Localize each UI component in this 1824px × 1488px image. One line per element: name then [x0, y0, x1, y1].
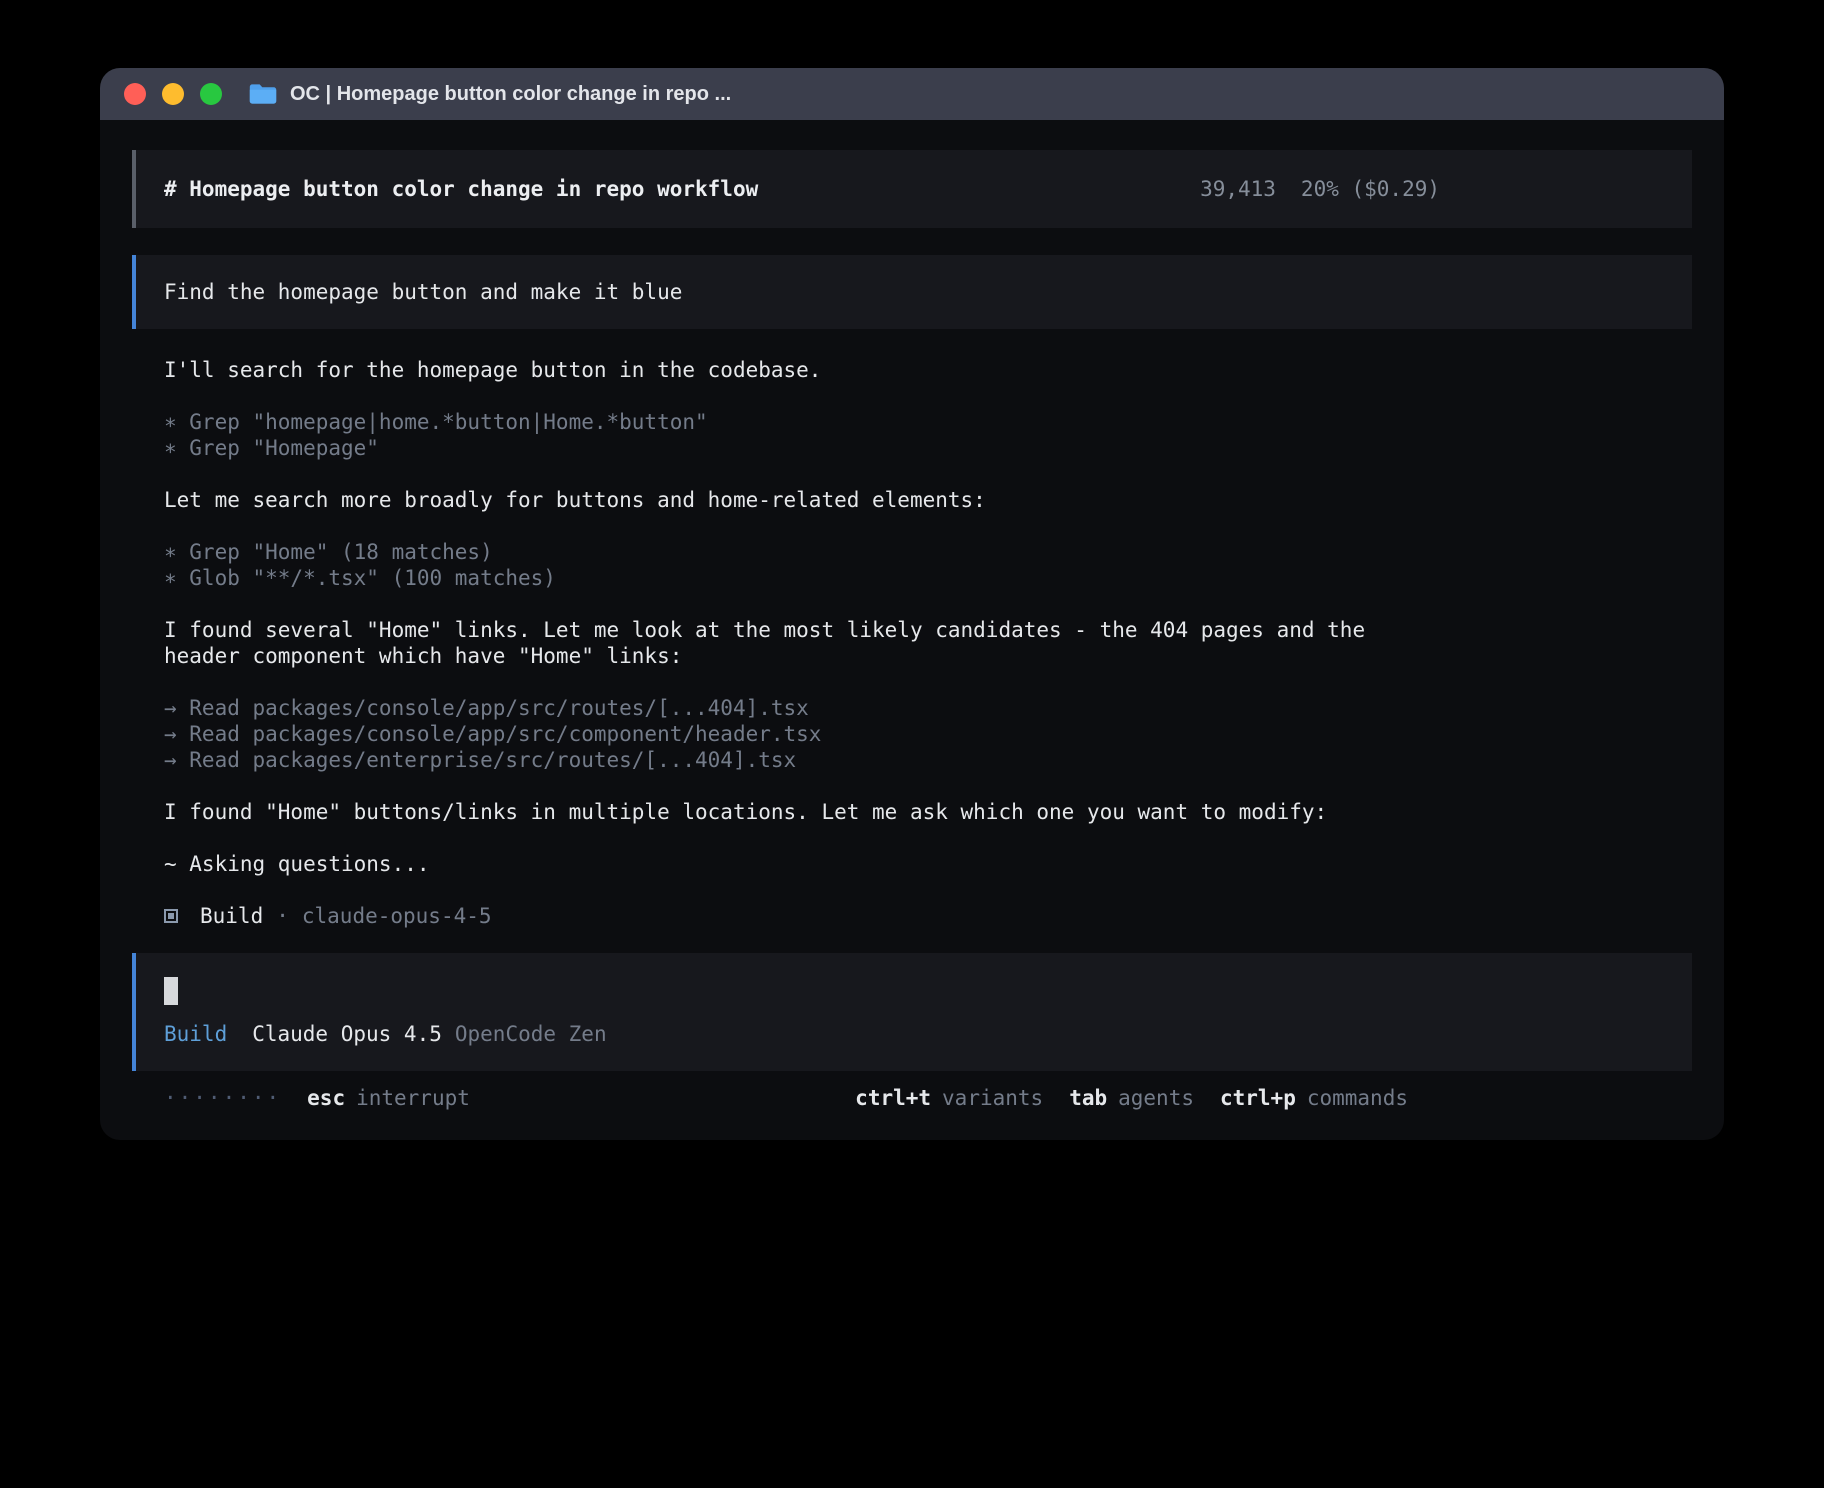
- shortcut-key: tab: [1069, 1085, 1107, 1111]
- shortcut-interrupt: esc interrupt: [307, 1085, 470, 1111]
- tool-call-read: → Read packages/console/app/src/routes/[…: [164, 695, 1660, 721]
- shortcut-key: ctrl+p: [1220, 1085, 1296, 1111]
- shortcut-agents: tab agents: [1069, 1085, 1194, 1111]
- input-provider: OpenCode Zen: [455, 1021, 607, 1047]
- session-title: # Homepage button color change in repo w…: [164, 176, 758, 202]
- shortcut-group: ctrl+t variants tab agents ctrl+p comman…: [855, 1085, 1408, 1111]
- tool-call-grep: ∗ Grep "Homepage": [164, 435, 1660, 461]
- tool-call-glob: ∗ Glob "**/*.tsx" (100 matches): [164, 565, 1660, 591]
- user-message-text: Find the homepage button and make it blu…: [164, 280, 682, 304]
- terminal-content: # Homepage button color change in repo w…: [100, 120, 1724, 1111]
- folder-icon: [248, 82, 278, 106]
- session-stats: 39,413 20% ($0.29): [1200, 176, 1440, 202]
- tool-call-grep: ∗ Grep "Home" (18 matches): [164, 539, 1660, 565]
- agent-name: Build: [200, 903, 263, 929]
- user-message: Find the homepage button and make it blu…: [132, 255, 1692, 329]
- shortcut-commands: ctrl+p commands: [1220, 1085, 1408, 1111]
- session-header: # Homepage button color change in repo w…: [132, 150, 1692, 228]
- assistant-paragraph: I found several "Home" links. Let me loo…: [164, 617, 1414, 669]
- assistant-paragraph: Let me search more broadly for buttons a…: [164, 487, 1660, 513]
- input-mode: Build: [164, 1021, 227, 1047]
- tool-call-grep: ∗ Grep "homepage|home.*button|Home.*butt…: [164, 409, 1660, 435]
- shortcut-variants: ctrl+t variants: [855, 1085, 1043, 1111]
- agent-separator: ·: [276, 903, 289, 929]
- input-meta: Build Claude Opus 4.5 OpenCode Zen: [164, 1021, 1440, 1047]
- shortcut-key: ctrl+t: [855, 1085, 931, 1111]
- traffic-lights: [124, 83, 222, 105]
- terminal-window: OC | Homepage button color change in rep…: [100, 68, 1724, 1140]
- context-cost: 20% ($0.29): [1301, 176, 1440, 202]
- assistant-transcript: I'll search for the homepage button in t…: [164, 357, 1660, 929]
- shortcut-key: esc: [307, 1085, 345, 1111]
- assistant-paragraph: I'll search for the homepage button in t…: [164, 357, 1660, 383]
- agent-badge: Build · claude-opus-4-5: [164, 903, 1660, 929]
- input-model: Claude Opus 4.5: [252, 1021, 442, 1047]
- window-title: OC | Homepage button color change in rep…: [290, 83, 731, 106]
- text-cursor: [164, 977, 178, 1005]
- minimize-button[interactable]: [162, 83, 184, 105]
- zoom-button[interactable]: [200, 83, 222, 105]
- shortcut-label: commands: [1307, 1085, 1408, 1111]
- shortcut-label: variants: [942, 1085, 1043, 1111]
- tool-call-read: → Read packages/console/app/src/componen…: [164, 721, 1660, 747]
- shortcut-label: interrupt: [356, 1085, 470, 1111]
- agent-icon: [164, 909, 178, 923]
- close-button[interactable]: [124, 83, 146, 105]
- token-count: 39,413: [1200, 176, 1276, 202]
- prompt-input[interactable]: Build Claude Opus 4.5 OpenCode Zen: [132, 953, 1692, 1071]
- shortcut-label: agents: [1118, 1085, 1194, 1111]
- working-status: ~ Asking questions...: [164, 851, 1660, 877]
- window-titlebar[interactable]: OC | Homepage button color change in rep…: [100, 68, 1724, 120]
- assistant-paragraph: I found "Home" buttons/links in multiple…: [164, 799, 1414, 825]
- tool-call-read: → Read packages/enterprise/src/routes/[.…: [164, 747, 1660, 773]
- status-bar: ········ esc interrupt ctrl+t variants t…: [164, 1085, 1660, 1111]
- agent-model: claude-opus-4-5: [302, 903, 492, 929]
- spinner-dots: ········: [164, 1085, 281, 1111]
